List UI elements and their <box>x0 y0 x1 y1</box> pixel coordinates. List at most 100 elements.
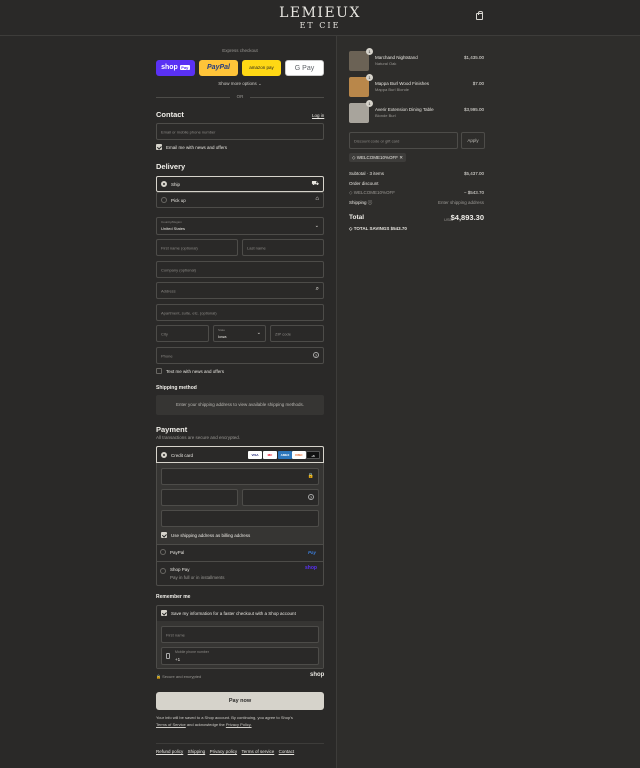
login-link[interactable]: Log in <box>312 113 324 118</box>
security-code-field[interactable]: ? <box>242 489 319 506</box>
search-icon: ⌕ <box>315 286 319 292</box>
contact-link[interactable]: Contact <box>279 749 295 754</box>
help-icon[interactable]: ? <box>308 494 314 500</box>
card-number-field[interactable]: 🔒 <box>161 468 319 485</box>
state-select[interactable]: State Iowa ⌄ <box>213 325 266 342</box>
info-icon[interactable]: ⓘ <box>368 200 373 205</box>
product-thumbnail <box>349 103 369 123</box>
subtotal-label: Subtotal · 3 items <box>349 171 385 176</box>
shop-pay-option-label[interactable]: Shop Pay <box>170 567 190 572</box>
remove-tag-icon[interactable]: ✕ <box>399 155 403 160</box>
apartment-field[interactable]: Apartment, suite, etc. (optional) <box>156 304 324 321</box>
text-me-label: Text me with news and offers <box>166 369 224 374</box>
terms-of-service-link[interactable]: Terms of service <box>241 749 274 754</box>
privacy-policy-link[interactable]: Privacy policy <box>210 749 238 754</box>
product-thumbnail <box>349 51 369 71</box>
city-field[interactable]: City <box>156 325 209 342</box>
shop-pay-logo: shop <box>305 565 317 571</box>
divider <box>156 97 230 98</box>
refund-policy-link[interactable]: Refund policy <box>156 749 183 754</box>
google-pay-button[interactable]: G Pay <box>285 60 324 76</box>
email-field[interactable]: Email or mobile phone number <box>156 123 324 140</box>
payment-subtitle: All transactions are secure and encrypte… <box>156 435 241 440</box>
item-name: Mappa Burl Wood Finishes <box>375 81 429 86</box>
help-icon[interactable]: ? <box>313 352 319 358</box>
discover-icon: DISC <box>292 451 306 459</box>
credit-card-radio[interactable] <box>161 452 167 458</box>
ship-option[interactable]: Ship ⛟ <box>156 176 324 192</box>
shop-logo: shop <box>310 672 325 678</box>
total-label: Total <box>349 214 365 221</box>
shipping-label: Shipping ⓘ <box>349 200 373 205</box>
shop-pay-radio[interactable] <box>160 568 166 574</box>
header: LEMIEUX ET CIE <box>0 0 640 36</box>
shop-pay-badge: Pay <box>179 65 190 70</box>
item-price: $3,995.00 <box>463 107 484 112</box>
more-cards-icon: +6 <box>306 451 320 459</box>
billing-checkbox[interactable] <box>161 532 167 538</box>
amazon-pay-button[interactable]: amazon pay <box>242 60 281 76</box>
store-icon: ⌂ <box>315 196 319 202</box>
terms-link[interactable]: Terms of Service <box>156 722 186 727</box>
shop-pay-button[interactable]: shop Pay <box>156 60 195 76</box>
paypal-option-label[interactable]: PayPal <box>170 550 184 555</box>
zip-field[interactable]: ZIP code <box>270 325 324 342</box>
delivery-heading: Delivery <box>156 162 186 171</box>
mobile-phone-field[interactable]: Mobile phone number +1 <box>161 647 319 665</box>
address-field[interactable]: Address ⌕ <box>156 282 324 299</box>
discount-tag: ◇ WELCOME10%OFF ✕ <box>349 153 407 162</box>
visa-icon: VISA <box>248 451 262 459</box>
express-checkout-title: Express checkout <box>222 48 258 53</box>
or-divider-label: OR <box>236 94 244 99</box>
quantity-badge: 1 <box>366 100 373 107</box>
phone-field[interactable]: Phone? <box>156 347 324 364</box>
discount-code-field[interactable]: Discount code or gift card <box>349 132 458 149</box>
remember-first-name-field[interactable]: First name <box>161 626 319 643</box>
item-price: $7.00 <box>472 81 484 86</box>
tag-icon: ◇ <box>352 155 356 160</box>
order-discount-label: Order discount <box>349 181 379 186</box>
show-more-options-link[interactable]: Show more options ⌄ <box>156 81 324 87</box>
tag-icon: ◇ <box>349 226 353 231</box>
country-select[interactable]: Country/Region United States ⌄ <box>156 217 324 235</box>
chevron-down-icon: ⌄ <box>258 81 262 86</box>
phone-icon <box>166 653 170 659</box>
divider <box>156 743 324 744</box>
news-checkbox[interactable] <box>156 144 162 150</box>
item-variant: Natural Oak <box>375 61 397 66</box>
text-me-checkbox[interactable] <box>156 368 162 374</box>
expiration-field[interactable] <box>161 489 238 506</box>
discount-code-label: ◇ WELCOME10%OFF <box>349 190 395 195</box>
lock-icon: 🔒 <box>156 674 161 679</box>
first-name-field[interactable]: First name (optional) <box>156 239 238 256</box>
item-variant: Blonde Burl <box>375 113 396 118</box>
pickup-radio[interactable] <box>161 197 167 203</box>
divider <box>250 97 324 98</box>
shipping-value: Enter shipping address <box>437 200 484 205</box>
save-info-label: Save my information for a faster checkou… <box>171 611 296 616</box>
item-variant: Mappa Burl Blonde <box>375 87 410 92</box>
quantity-badge: 1 <box>366 74 373 81</box>
cart-icon[interactable] <box>476 11 483 20</box>
privacy-link[interactable]: Privacy Policy. <box>226 722 252 727</box>
item-price: $1,435.00 <box>463 55 484 60</box>
subtotal-value: $5,437.00 <box>463 171 484 176</box>
shipping-link[interactable]: Shipping <box>188 749 206 754</box>
pickup-option[interactable]: Pick up ⌂ <box>156 192 324 208</box>
name-on-card-field[interactable] <box>161 510 319 527</box>
company-field[interactable]: Company (optional) <box>156 261 324 278</box>
last-name-field[interactable]: Last name <box>242 239 324 256</box>
paypal-button[interactable]: PayPal <box>199 60 238 76</box>
ship-radio[interactable] <box>161 181 167 187</box>
payment-heading: Payment <box>156 425 188 434</box>
pay-now-button[interactable]: Pay now <box>156 692 324 710</box>
total-savings: ◇ TOTAL SAVINGS $543.70 <box>349 226 407 231</box>
contact-heading: Contact <box>156 110 184 119</box>
secure-encrypted-label: 🔒 Secure and encrypted <box>156 674 202 679</box>
save-info-checkbox[interactable] <box>161 610 167 616</box>
brand-logo[interactable]: LEMIEUX <box>0 5 640 21</box>
product-thumbnail <box>349 77 369 97</box>
footer-links: Refund policy Shipping Privacy policy Te… <box>156 749 294 755</box>
paypal-radio[interactable] <box>160 549 166 555</box>
apply-button[interactable]: Apply <box>461 132 485 149</box>
